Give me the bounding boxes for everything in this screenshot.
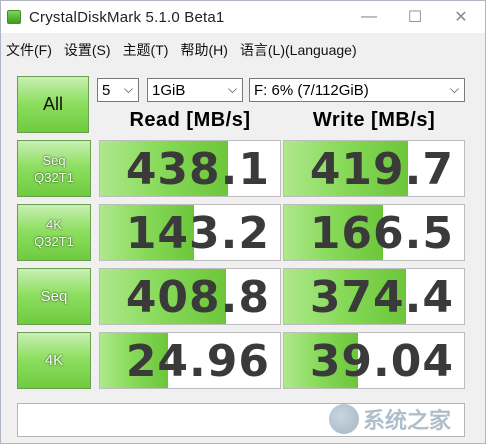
read-value: 24.96 xyxy=(125,336,270,387)
app-icon xyxy=(7,10,21,24)
read-value: 143.2 xyxy=(125,208,270,259)
menu-settings[interactable]: 设置(S) xyxy=(59,40,118,60)
maximize-icon[interactable]: ☐ xyxy=(393,1,437,33)
chevron-down-icon: ⌵ xyxy=(227,82,237,96)
menu-theme[interactable]: 主题(T) xyxy=(118,40,176,60)
menu-help[interactable]: 帮助(H) xyxy=(175,40,234,60)
read-header: Read [MB/s] xyxy=(129,109,251,131)
watermark-text: 系统之家 xyxy=(363,408,452,433)
crystaldiskmark-window: CrystalDiskMark 5.1.0 Beta1 — ☐ ✕ 文件(F) … xyxy=(0,0,486,444)
menu-language[interactable]: 语言(L)(Language) xyxy=(235,40,364,60)
count-select[interactable]: 5 ⌵ xyxy=(97,78,139,102)
house-logo-icon xyxy=(329,404,359,434)
row-label-line2: Q32T1 xyxy=(34,169,74,185)
row-label-line1: 4K xyxy=(44,352,64,369)
size-value: 1GiB xyxy=(152,81,186,99)
size-select[interactable]: 1GiB ⌵ xyxy=(147,78,243,102)
window-title: CrystalDiskMark 5.1.0 Beta1 xyxy=(29,9,225,26)
menu-file[interactable]: 文件(F) xyxy=(1,40,59,60)
close-icon[interactable]: ✕ xyxy=(439,1,483,33)
write-result-cell: 39.04 xyxy=(283,332,465,389)
all-button[interactable]: All xyxy=(17,76,89,133)
4k-q32t1-button[interactable]: 4K Q32T1 xyxy=(17,204,91,261)
row-label-line1: 4K xyxy=(46,216,62,232)
row-label-line1: Seq xyxy=(40,288,68,305)
chevron-down-icon: ⌵ xyxy=(123,82,133,96)
4k-button[interactable]: 4K xyxy=(17,332,91,389)
write-value: 374.4 xyxy=(309,272,454,323)
count-value: 5 xyxy=(102,81,111,99)
menu-bar: 文件(F) 设置(S) 主题(T) 帮助(H) 语言(L)(Language) xyxy=(1,37,485,63)
write-value: 166.5 xyxy=(309,208,454,259)
read-result-cell: 438.1 xyxy=(99,140,281,197)
drive-value: F: 6% (7/112GiB) xyxy=(254,81,369,99)
read-result-cell: 408.8 xyxy=(99,268,281,325)
write-result-cell: 374.4 xyxy=(283,268,465,325)
write-result-cell: 419.7 xyxy=(283,140,465,197)
write-result-cell: 166.5 xyxy=(283,204,465,261)
read-result-cell: 24.96 xyxy=(99,332,281,389)
write-value: 419.7 xyxy=(309,144,454,195)
chevron-down-icon: ⌵ xyxy=(449,82,459,96)
read-value: 408.8 xyxy=(125,272,270,323)
write-value: 39.04 xyxy=(309,336,454,387)
read-value: 438.1 xyxy=(125,144,270,195)
watermark: 系统之家 xyxy=(329,401,479,437)
row-label-line1: Seq xyxy=(42,152,66,168)
minimize-icon[interactable]: — xyxy=(347,1,391,33)
drive-select[interactable]: F: 6% (7/112GiB) ⌵ xyxy=(249,78,465,102)
seq-button[interactable]: Seq xyxy=(17,268,91,325)
read-result-cell: 143.2 xyxy=(99,204,281,261)
title-bar[interactable]: CrystalDiskMark 5.1.0 Beta1 — ☐ ✕ xyxy=(1,1,485,33)
row-label-line2: Q32T1 xyxy=(34,233,74,249)
write-header: Write [MB/s] xyxy=(312,109,436,131)
seq-q32t1-button[interactable]: Seq Q32T1 xyxy=(17,140,91,197)
